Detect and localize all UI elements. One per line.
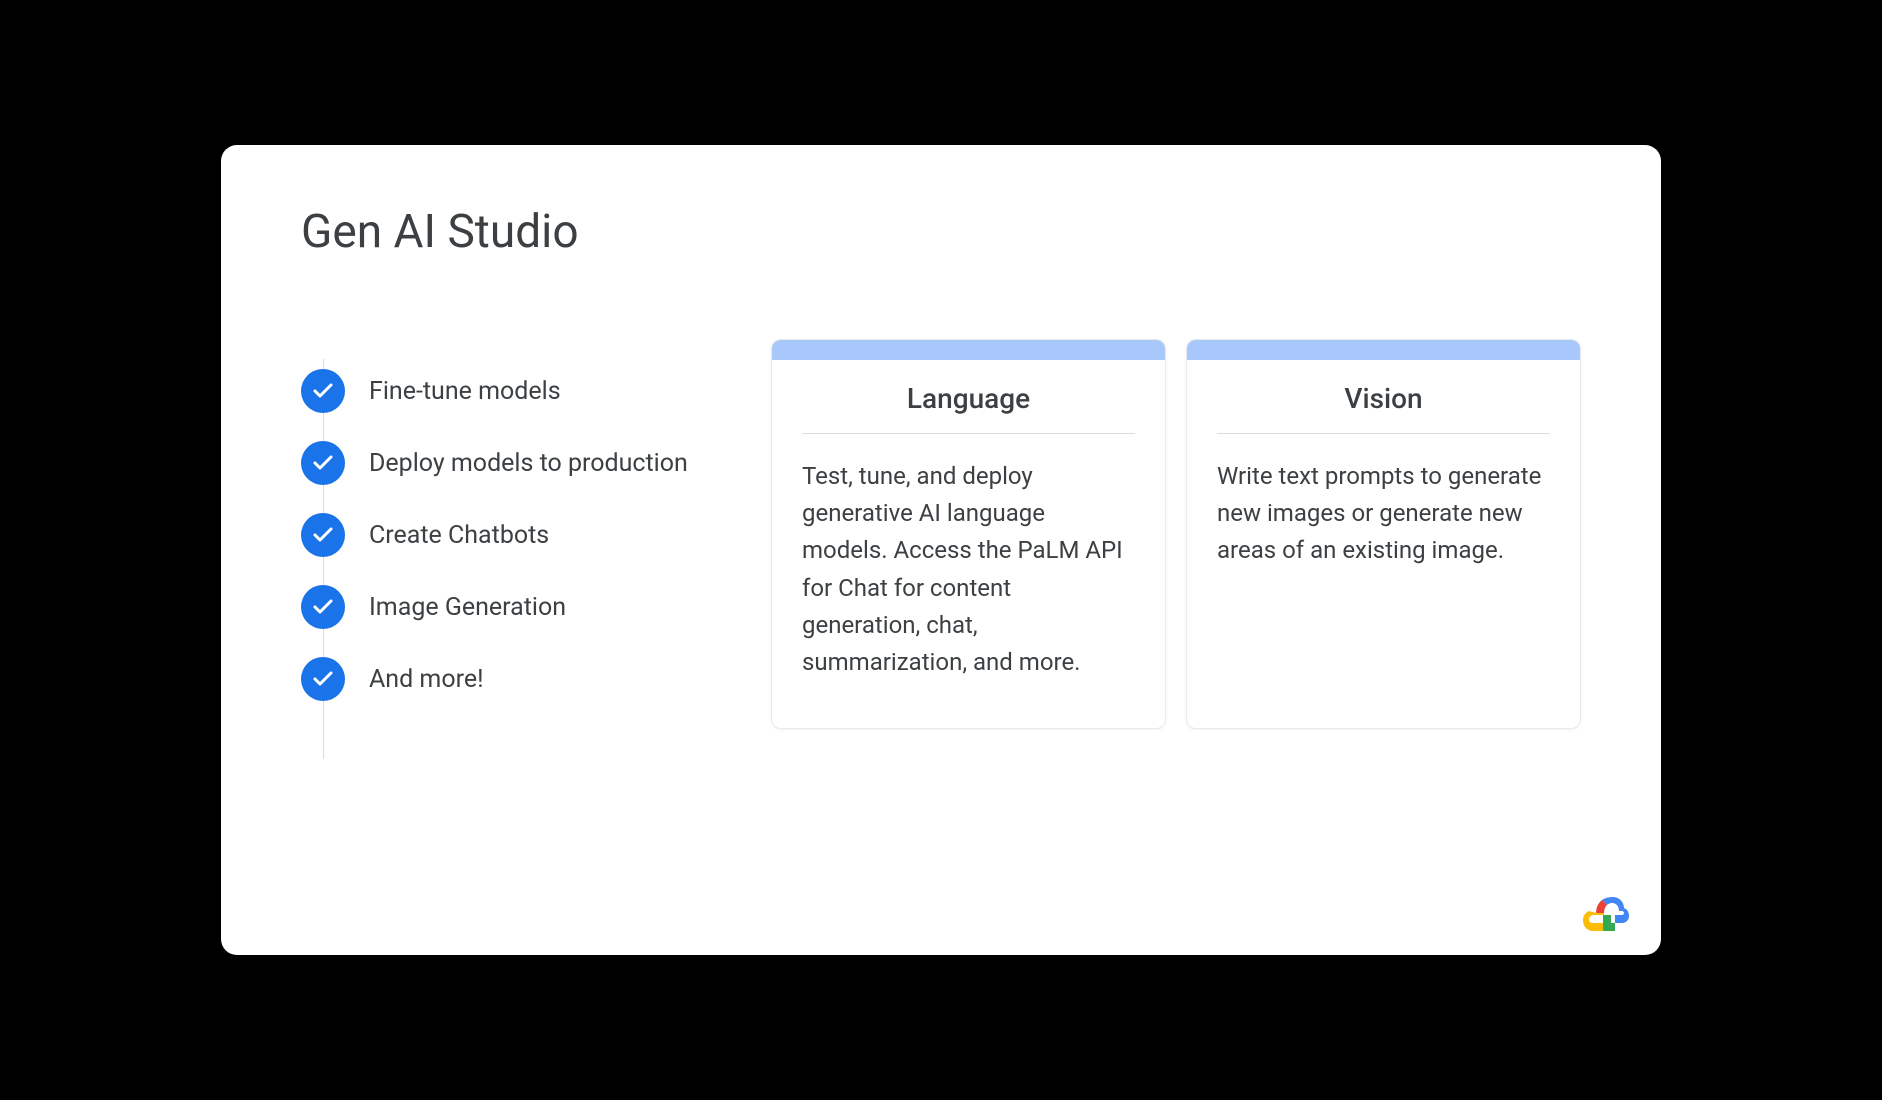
card-vision: Vision Write text prompts to generate ne… — [1186, 339, 1581, 729]
feature-list: Fine-tune models Deploy models to produc… — [301, 359, 721, 729]
cards-row: Language Test, tune, and deploy generati… — [771, 339, 1581, 729]
card-body: Vision Write text prompts to generate ne… — [1187, 360, 1580, 610]
google-cloud-icon — [1581, 889, 1631, 931]
feature-item: Image Generation — [301, 585, 721, 629]
card-title: Language — [802, 382, 1135, 434]
check-icon — [301, 441, 345, 485]
feature-item: And more! — [301, 657, 721, 701]
check-icon — [301, 369, 345, 413]
feature-item: Create Chatbots — [301, 513, 721, 557]
page-title: Gen AI Studio — [301, 205, 1581, 259]
feature-label: Image Generation — [369, 593, 566, 622]
slide: Gen AI Studio Fine-tune models Deploy mo… — [221, 145, 1661, 955]
card-description: Write text prompts to generate new image… — [1217, 458, 1550, 570]
card-title: Vision — [1217, 382, 1550, 434]
card-accent-bar — [1187, 340, 1580, 360]
feature-item: Deploy models to production — [301, 441, 721, 485]
card-description: Test, tune, and deploy generative AI lan… — [802, 458, 1135, 681]
content-row: Fine-tune models Deploy models to produc… — [301, 359, 1581, 729]
card-accent-bar — [772, 340, 1165, 360]
card-body: Language Test, tune, and deploy generati… — [772, 360, 1165, 721]
feature-label: And more! — [369, 665, 484, 694]
feature-label: Create Chatbots — [369, 521, 549, 550]
card-language: Language Test, tune, and deploy generati… — [771, 339, 1166, 729]
check-icon — [301, 513, 345, 557]
feature-item: Fine-tune models — [301, 369, 721, 413]
check-icon — [301, 657, 345, 701]
feature-label: Fine-tune models — [369, 377, 561, 406]
feature-label: Deploy models to production — [369, 449, 688, 478]
check-icon — [301, 585, 345, 629]
